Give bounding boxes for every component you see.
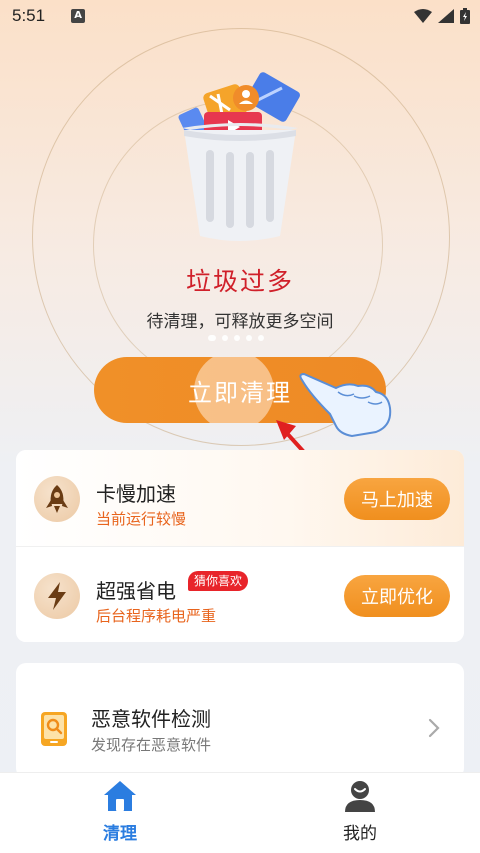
nav-tab-label: 清理 bbox=[103, 824, 137, 844]
feature-name: 超强省电 bbox=[96, 579, 176, 603]
feature-name: 卡慢加速 bbox=[96, 482, 176, 506]
page-dot bbox=[222, 335, 228, 341]
junk-status-subtitle: 待清理，可释放更多空间 bbox=[146, 312, 334, 332]
battery-icon bbox=[460, 8, 470, 24]
page-dot bbox=[258, 335, 264, 341]
status-icons bbox=[414, 8, 470, 24]
malware-desc: 发现存在恶意软件 bbox=[91, 736, 212, 754]
recommend-badge: 猜你喜欢 bbox=[188, 571, 249, 591]
malware-title: 恶意软件检测 bbox=[91, 707, 211, 731]
rocket-icon bbox=[34, 476, 80, 522]
nav-tab-label: 我的 bbox=[343, 824, 377, 844]
page-dot bbox=[246, 335, 252, 341]
feature-card: 卡慢加速 当前运行较慢 马上加速 超强省电 猜你喜欢 后台程序耗电严重 立即优化 bbox=[16, 450, 464, 642]
status-time: 5:51 bbox=[12, 6, 46, 25]
nav-tab-clean[interactable]: 清理 bbox=[60, 779, 180, 844]
lightning-icon bbox=[34, 573, 80, 619]
trash-bin-icon bbox=[178, 72, 300, 241]
list-item-power-saving[interactable]: 超强省电 猜你喜欢 后台程序耗电严重 立即优化 bbox=[16, 546, 464, 642]
bottom-nav: 清理 我的 bbox=[0, 772, 480, 853]
page-dot bbox=[208, 335, 216, 341]
feature-desc: 当前运行较慢 bbox=[96, 510, 187, 528]
optimize-button[interactable]: 立即优化 bbox=[344, 575, 450, 617]
wifi-icon bbox=[414, 9, 432, 23]
user-icon bbox=[345, 781, 375, 812]
malware-card[interactable]: 恶意软件检测 发现存在恶意软件 bbox=[16, 663, 464, 778]
home-icon bbox=[104, 781, 136, 811]
junk-status-title: 垃圾过多 bbox=[185, 267, 294, 296]
page-dot bbox=[234, 335, 240, 341]
speed-up-button[interactable]: 马上加速 bbox=[344, 478, 450, 520]
nav-tab-mine[interactable]: 我的 bbox=[300, 779, 420, 844]
feature-desc: 后台程序耗电严重 bbox=[96, 607, 217, 625]
list-item-speedup[interactable]: 卡慢加速 当前运行较慢 马上加速 bbox=[16, 450, 464, 546]
signal-icon bbox=[438, 9, 454, 23]
chevron-right-icon bbox=[428, 718, 440, 738]
notification-badge-icon: A bbox=[71, 9, 86, 23]
page-indicator bbox=[208, 335, 264, 341]
phone-search-icon bbox=[41, 712, 67, 746]
clean-now-label: 立即清理 bbox=[188, 378, 292, 407]
